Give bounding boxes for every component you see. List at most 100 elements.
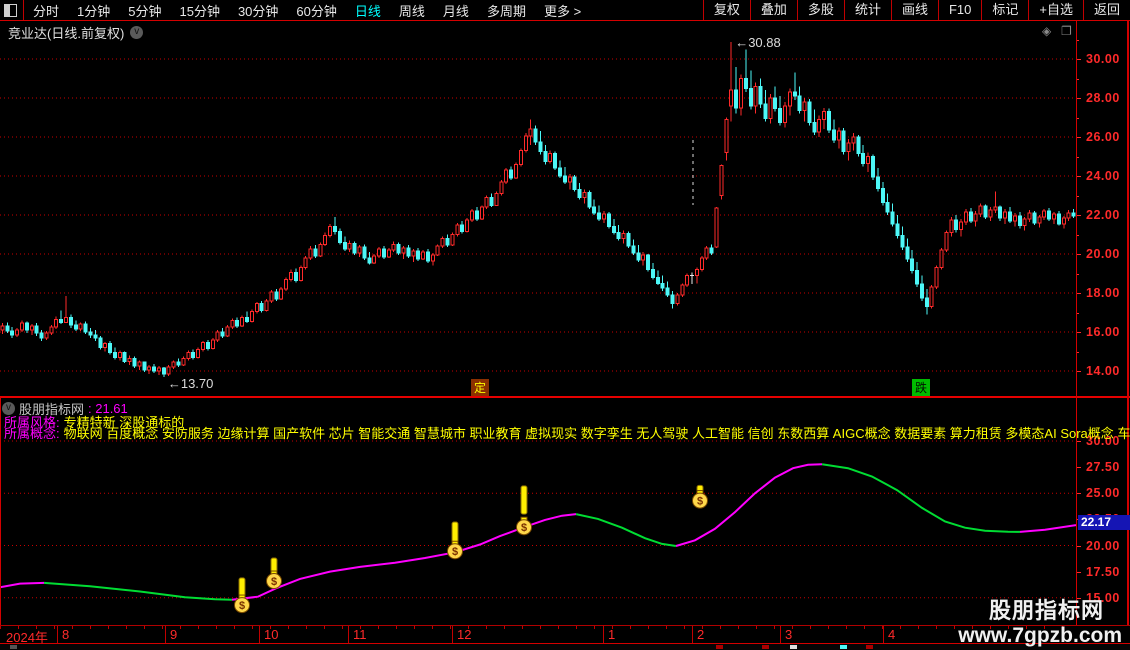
- candle-body: [1038, 217, 1041, 223]
- candle-body: [485, 197, 488, 207]
- candle-body: [754, 86, 757, 106]
- candle-body: [197, 350, 200, 358]
- last-value-badge: 22.17: [1078, 515, 1130, 530]
- left-border-line: [0, 397, 1, 643]
- candle-body: [353, 243, 356, 253]
- candle-body: [109, 344, 112, 353]
- candle-body: [480, 207, 483, 219]
- candle-body: [123, 352, 126, 361]
- candle-body: [925, 298, 928, 307]
- candle-body: [661, 283, 664, 288]
- candle-body: [911, 259, 914, 271]
- candle-body: [544, 152, 547, 162]
- candle-body: [1062, 218, 1065, 224]
- candle-body: [143, 362, 146, 370]
- candle-body: [862, 154, 865, 164]
- candle-body: [79, 324, 82, 329]
- svg-text:$: $: [239, 600, 245, 612]
- candle-body: [319, 244, 322, 256]
- candle-body: [1052, 214, 1055, 219]
- candle-body: [74, 325, 77, 329]
- svg-text:$: $: [697, 496, 703, 508]
- candle-body: [417, 251, 420, 259]
- candle-body: [906, 247, 909, 259]
- candle-body: [832, 130, 835, 140]
- candle-body: [656, 277, 659, 283]
- candle-body: [916, 271, 919, 285]
- candle-body: [573, 177, 576, 190]
- candle-body: [896, 224, 899, 236]
- price-axis-label: 16.00: [1086, 325, 1120, 339]
- candle-body: [55, 319, 58, 327]
- candle-body: [632, 246, 635, 253]
- candle-body: [334, 227, 337, 232]
- candle-body: [524, 136, 527, 151]
- main-candlestick-chart[interactable]: ←30.88←13.70定跌: [0, 0, 1076, 396]
- watermark-site-url: www.7gpzb.com: [958, 624, 1122, 648]
- month-label: 4: [888, 627, 895, 642]
- scroll-mark: [716, 645, 723, 649]
- candle-body: [177, 362, 180, 365]
- candle-body: [979, 206, 982, 214]
- candle-body: [788, 92, 791, 106]
- candle-body: [461, 225, 464, 232]
- candle-body: [554, 154, 557, 169]
- candle-body: [813, 122, 816, 132]
- candle-body: [128, 358, 131, 361]
- candle-body: [578, 190, 581, 198]
- candle-body: [245, 317, 248, 321]
- candle-body: [617, 233, 620, 239]
- candle-body: [255, 304, 258, 312]
- scroll-mark: [762, 645, 769, 649]
- candle-body: [221, 332, 224, 336]
- candle-body: [231, 320, 234, 327]
- candle-body: [764, 104, 767, 119]
- candle-body: [6, 326, 9, 331]
- candle-body: [309, 249, 312, 258]
- candle-body: [373, 256, 376, 263]
- concept-tags-values: 物联网 百度概念 安防服务 边缘计算 国产软件 芯片 智能交通 智慧城市 职业教…: [64, 426, 1130, 441]
- candle-body: [793, 92, 796, 96]
- month-label: 2: [697, 627, 704, 642]
- candle-body: [676, 295, 679, 304]
- month-label: 8: [62, 627, 69, 642]
- price-axis-label: 24.00: [1086, 169, 1120, 183]
- menu-item-返回[interactable]: 返回: [1083, 0, 1130, 20]
- candle-body: [348, 243, 351, 249]
- candle-body: [627, 234, 630, 247]
- month-label: 1: [608, 627, 615, 642]
- candle-body: [436, 246, 439, 255]
- candle-body: [290, 273, 293, 280]
- candle-body: [739, 79, 742, 108]
- candle-body: [500, 182, 503, 194]
- candle-body: [842, 131, 845, 151]
- candle-body: [250, 312, 253, 322]
- candle-body: [818, 119, 821, 132]
- candle-body: [314, 249, 317, 256]
- scroll-thumb[interactable]: [840, 645, 847, 649]
- signal-bar-icon: [239, 578, 245, 597]
- scroll-mark: [10, 645, 17, 649]
- candle-body: [358, 247, 361, 253]
- candle-body: [470, 211, 473, 220]
- signal-bar-icon: [521, 486, 527, 514]
- chevron-down-icon[interactable]: v: [130, 26, 143, 39]
- candle-body: [285, 279, 288, 289]
- candle-body: [774, 98, 777, 109]
- axis-border-line: [1076, 21, 1077, 643]
- candle-body: [329, 227, 332, 236]
- layout-panes-icon[interactable]: ❐: [1061, 24, 1072, 38]
- candle-body: [378, 249, 381, 256]
- price-axis-label: 14.00: [1086, 364, 1120, 378]
- candle-body: [324, 235, 327, 244]
- candle-body: [686, 275, 689, 285]
- candle-body: [16, 330, 19, 335]
- candle-body: [1057, 214, 1060, 224]
- concept-tags-label: 所属概念:: [4, 426, 60, 441]
- candle-body: [852, 137, 855, 143]
- month-boundary: [348, 626, 349, 643]
- price-axis-label: 26.00: [1086, 130, 1120, 144]
- price-annotation: ←30.88: [735, 35, 781, 50]
- candle-body: [744, 79, 747, 89]
- diamond-icon[interactable]: ◈: [1042, 24, 1051, 38]
